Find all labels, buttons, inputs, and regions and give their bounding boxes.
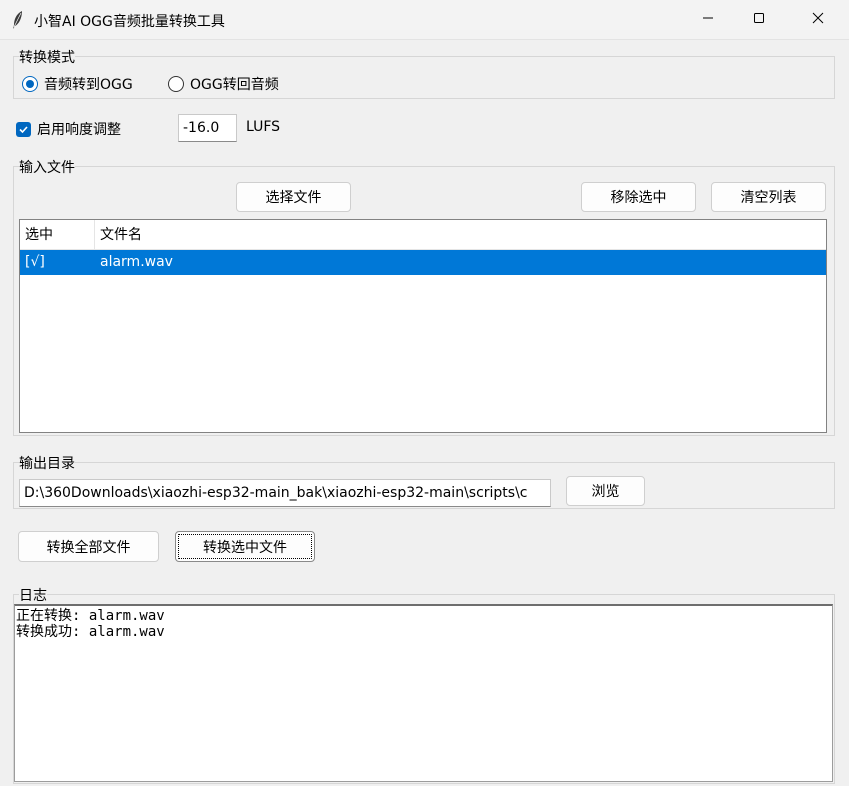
convert-all-button[interactable]: 转换全部文件 xyxy=(18,531,159,562)
input-group-label: 输入文件 xyxy=(19,157,75,177)
minimize-icon xyxy=(702,12,714,28)
output-path-field[interactable]: D:\360Downloads\xiaozhi-esp32-main_bak\x… xyxy=(19,479,551,507)
convert-selected-button[interactable]: 转换选中文件 xyxy=(175,531,315,562)
radio-ogg-to-audio-label: OGG转回音频 xyxy=(190,77,279,93)
radio-audio-to-ogg[interactable]: 音频转到OGG xyxy=(22,74,133,94)
clear-list-button[interactable]: 清空列表 xyxy=(711,182,826,212)
radio-ogg-to-audio[interactable]: OGG转回音频 xyxy=(168,74,279,94)
title-bar[interactable]: 小智AI OGG音频批量转换工具 xyxy=(0,0,849,40)
loudness-checkbox[interactable]: 启用响度调整 xyxy=(16,119,121,139)
log-output[interactable]: 正在转换: alarm.wav 转换成功: alarm.wav xyxy=(14,604,833,782)
close-icon xyxy=(812,12,824,28)
column-header-filename[interactable]: 文件名 xyxy=(95,220,142,250)
window-title: 小智AI OGG音频批量转换工具 xyxy=(34,14,225,30)
close-button[interactable] xyxy=(795,0,841,40)
maximize-button[interactable] xyxy=(736,0,782,40)
log-line: 正在转换: alarm.wav xyxy=(16,608,165,624)
loudness-checkbox-label: 启用响度调整 xyxy=(37,122,121,138)
log-line: 转换成功: alarm.wav xyxy=(16,624,165,640)
loudness-unit: LUFS xyxy=(246,119,281,135)
loudness-value-field[interactable]: -16.0 xyxy=(178,114,237,142)
radio-unselected-icon xyxy=(168,76,184,92)
minimize-button[interactable] xyxy=(685,0,731,40)
radio-audio-to-ogg-label: 音频转到OGG xyxy=(44,77,133,93)
mode-group xyxy=(13,56,835,99)
select-files-button[interactable]: 选择文件 xyxy=(236,182,351,212)
radio-selected-icon xyxy=(22,76,38,92)
checkmark-icon xyxy=(16,121,31,137)
file-list[interactable]: 选中 文件名 [√] alarm.wav xyxy=(19,219,827,433)
file-list-header: 选中 文件名 xyxy=(20,220,826,250)
browse-button[interactable]: 浏览 xyxy=(566,476,645,506)
mode-group-label: 转换模式 xyxy=(19,47,75,67)
log-group-label: 日志 xyxy=(19,585,47,605)
output-group-label: 输出目录 xyxy=(19,453,75,473)
maximize-icon xyxy=(753,12,765,28)
feather-icon xyxy=(10,10,26,30)
column-header-selected[interactable]: 选中 xyxy=(20,220,95,250)
row-selected-mark: [√] xyxy=(25,254,45,270)
table-row[interactable]: [√] alarm.wav xyxy=(20,250,826,275)
row-filename: alarm.wav xyxy=(100,254,173,270)
remove-selected-button[interactable]: 移除选中 xyxy=(581,182,696,212)
